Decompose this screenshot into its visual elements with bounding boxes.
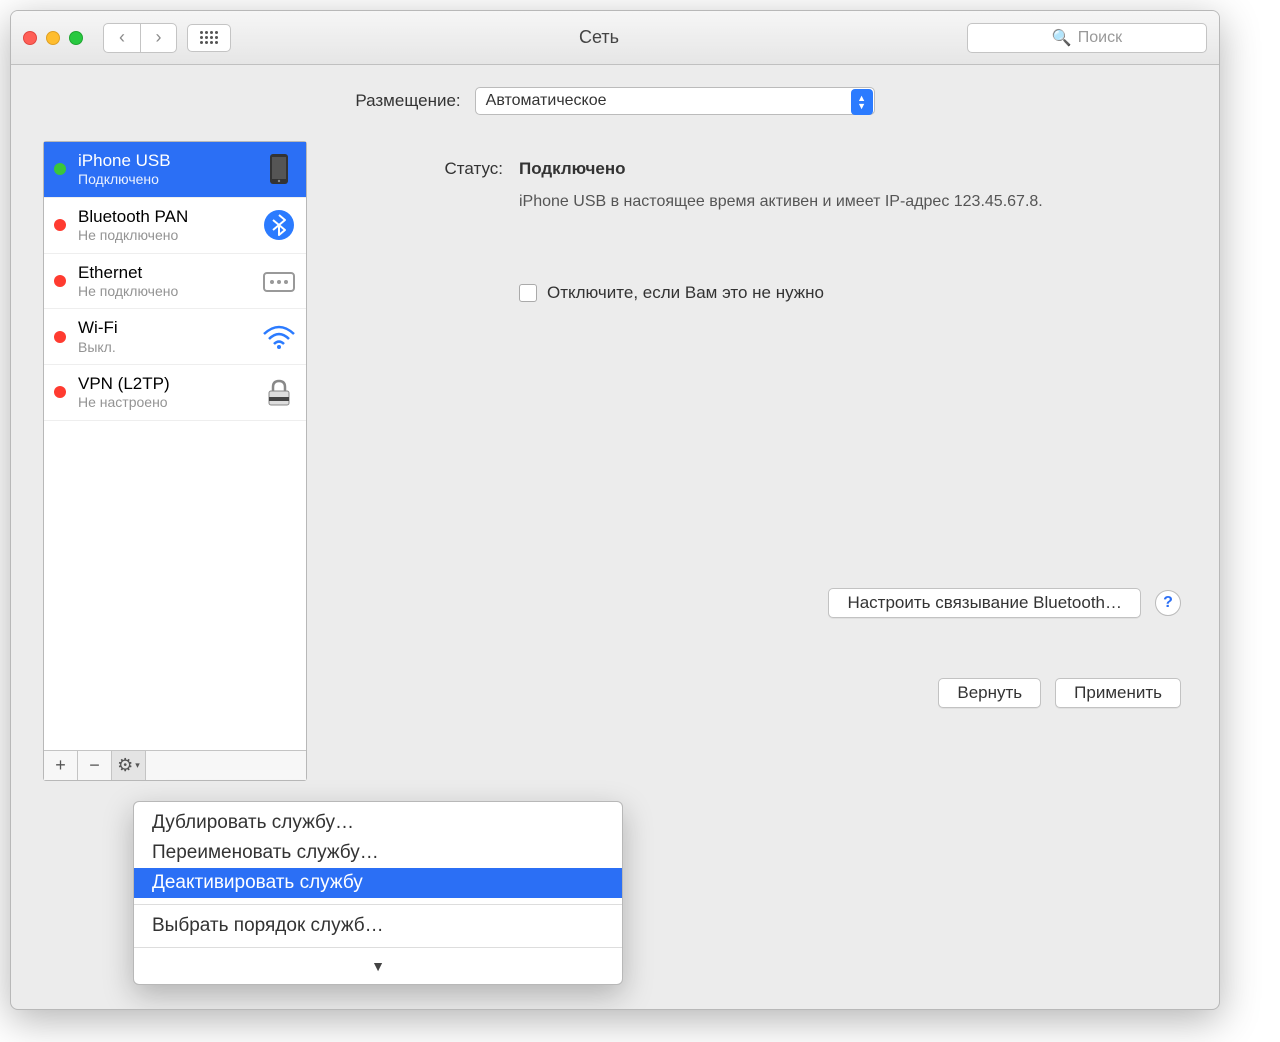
add-service-button[interactable]: +: [44, 751, 78, 780]
close-window[interactable]: [23, 31, 37, 45]
lock-icon: [262, 375, 296, 409]
status-dot-icon: [54, 275, 66, 287]
status-dot-icon: [54, 163, 66, 175]
titlebar: ‹ › Сеть 🔍 Поиск: [11, 11, 1219, 65]
location-select[interactable]: Автоматическое ▲▼: [475, 87, 875, 115]
footer-buttons: Вернуть Применить: [938, 678, 1181, 708]
menu-rename-service[interactable]: Переименовать службу…: [134, 838, 622, 868]
phone-icon: [262, 152, 296, 186]
chevron-left-icon: ‹: [119, 27, 125, 48]
bluetooth-icon: [262, 208, 296, 242]
service-wifi[interactable]: Wi-Fi Выкл.: [44, 309, 306, 365]
service-name: Wi-Fi: [78, 317, 250, 338]
location-label: Размещение:: [355, 91, 460, 111]
sidebar-buttons: + − ⚙︎▾: [44, 750, 306, 780]
window-title: Сеть: [241, 27, 957, 48]
actions-popup-menu: Дублировать службу… Переименовать службу…: [133, 801, 623, 985]
status-label: Статус:: [333, 159, 503, 179]
location-value: Автоматическое: [486, 92, 864, 110]
minus-icon: −: [89, 755, 100, 776]
configure-row: Настроить связывание Bluetooth… ?: [828, 588, 1181, 618]
menu-deactivate-service[interactable]: Деактивировать службу: [134, 868, 622, 898]
back-button[interactable]: ‹: [104, 24, 140, 52]
wifi-icon: [262, 320, 296, 354]
select-arrows-icon: ▲▼: [851, 89, 873, 115]
disable-checkbox-row: Отключите, если Вам это не нужно: [519, 283, 1187, 303]
disable-checkbox[interactable]: [519, 284, 537, 302]
service-vpn[interactable]: VPN (L2TP) Не настроено: [44, 365, 306, 421]
grid-icon: [200, 31, 218, 44]
search-field[interactable]: 🔍 Поиск: [967, 23, 1207, 53]
status-description: iPhone USB в настоящее время активен и и…: [519, 191, 1059, 213]
nav-buttons: ‹ ›: [103, 23, 177, 53]
status-row: Статус: Подключено: [333, 159, 1187, 179]
help-button[interactable]: ?: [1155, 590, 1181, 616]
content-area: Размещение: Автоматическое ▲▼ iPhone USB…: [11, 65, 1219, 803]
status-dot-icon: [54, 386, 66, 398]
service-ethernet[interactable]: Ethernet Не подключено: [44, 254, 306, 310]
zoom-window[interactable]: [69, 31, 83, 45]
search-icon: 🔍: [1052, 28, 1072, 48]
service-name: Ethernet: [78, 262, 250, 283]
menu-separator: [134, 947, 622, 948]
chevron-down-icon: ▾: [135, 760, 140, 771]
revert-button[interactable]: Вернуть: [938, 678, 1041, 708]
disable-checkbox-label: Отключите, если Вам это не нужно: [547, 283, 824, 303]
service-iphone-usb[interactable]: iPhone USB Подключено: [44, 142, 306, 198]
traffic-lights: [23, 31, 83, 45]
services-list: iPhone USB Подключено Bluetooth PAN Не п…: [44, 142, 306, 750]
minimize-window[interactable]: [46, 31, 60, 45]
status-dot-icon: [54, 331, 66, 343]
actions-menu-button[interactable]: ⚙︎▾: [112, 751, 146, 780]
service-name: Bluetooth PAN: [78, 206, 250, 227]
service-status: Не подключено: [78, 283, 250, 301]
service-status: Подключено: [78, 171, 250, 189]
search-placeholder: Поиск: [1078, 29, 1122, 47]
plus-icon: +: [55, 755, 66, 776]
forward-button[interactable]: ›: [140, 24, 176, 52]
menu-scroll-down[interactable]: ▼: [134, 954, 622, 978]
network-preferences-window: ‹ › Сеть 🔍 Поиск Размещение: Автоматичес…: [10, 10, 1220, 1010]
services-sidebar: iPhone USB Подключено Bluetooth PAN Не п…: [43, 141, 307, 781]
service-name: iPhone USB: [78, 150, 250, 171]
gear-icon: ⚙︎: [117, 755, 133, 776]
menu-set-service-order[interactable]: Выбрать порядок служб…: [134, 911, 622, 941]
configure-bluetooth-button[interactable]: Настроить связывание Bluetooth…: [828, 588, 1141, 618]
service-status: Не подключено: [78, 227, 250, 245]
service-status: Не настроено: [78, 394, 250, 412]
chevron-right-icon: ›: [156, 27, 162, 48]
triangle-down-icon: ▼: [371, 958, 385, 974]
ethernet-icon: [262, 264, 296, 298]
location-row: Размещение: Автоматическое ▲▼: [43, 87, 1187, 115]
status-dot-icon: [54, 219, 66, 231]
status-value: Подключено: [519, 159, 626, 179]
show-all-button[interactable]: [187, 24, 231, 52]
service-name: VPN (L2TP): [78, 373, 250, 394]
question-icon: ?: [1163, 594, 1173, 612]
menu-duplicate-service[interactable]: Дублировать службу…: [134, 808, 622, 838]
service-bluetooth-pan[interactable]: Bluetooth PAN Не подключено: [44, 198, 306, 254]
remove-service-button[interactable]: −: [78, 751, 112, 780]
service-status: Выкл.: [78, 339, 250, 357]
menu-separator: [134, 904, 622, 905]
apply-button[interactable]: Применить: [1055, 678, 1181, 708]
